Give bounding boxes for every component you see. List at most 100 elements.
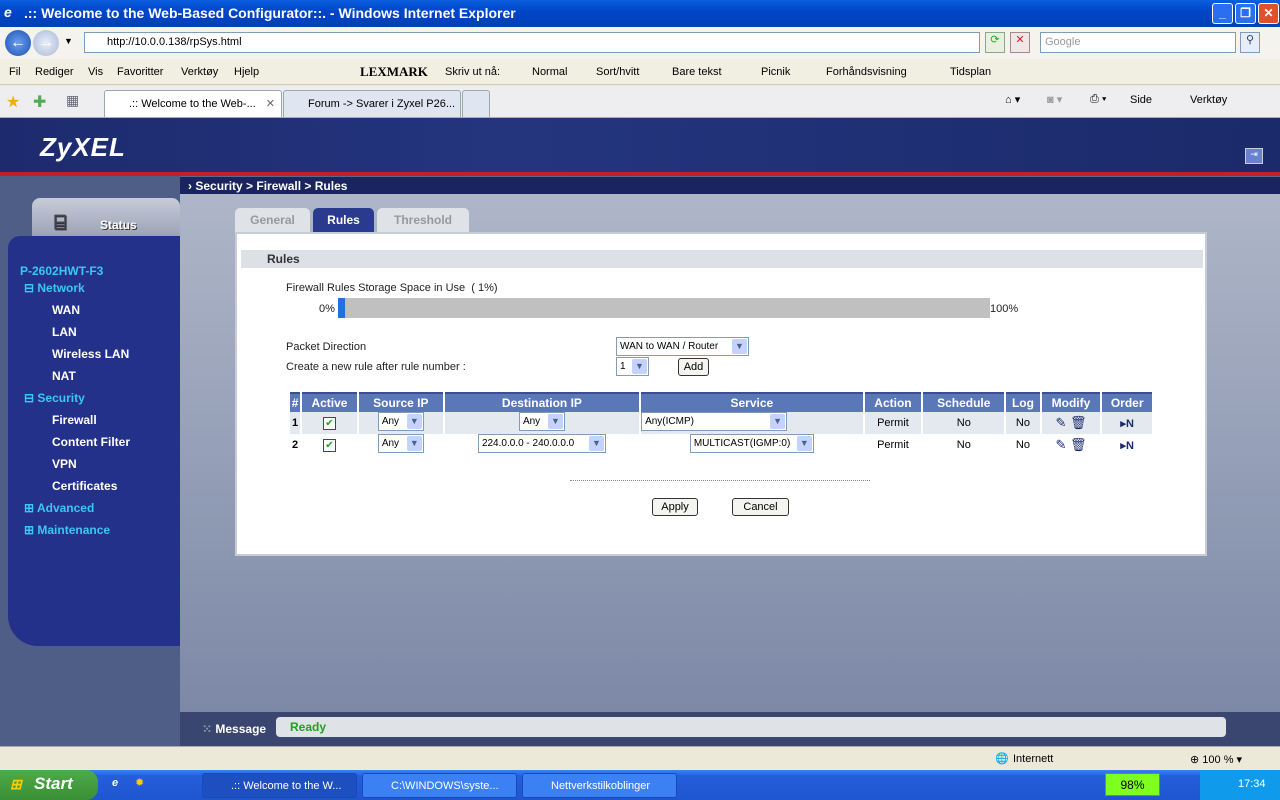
menu-edit[interactable]: Rediger <box>35 66 74 78</box>
clock: 17:34 <box>1238 778 1266 790</box>
sidebar-item-firewall[interactable]: Firewall <box>52 413 97 427</box>
move-icon[interactable]: ▸N <box>1120 418 1133 430</box>
taskbar-item-network[interactable]: Nettverkstilkoblinger <box>522 773 677 798</box>
packet-direction-select[interactable]: WAN to WAN / Router ▼ <box>616 337 749 356</box>
value: Any <box>381 438 400 449</box>
divider <box>570 480 870 481</box>
print-text-only[interactable]: Bare tekst <box>672 66 722 78</box>
refresh-icon[interactable]: ⟳ <box>985 32 1005 53</box>
rule-number: 1 <box>290 412 301 434</box>
tab-general[interactable]: General <box>235 208 310 232</box>
active-checkbox[interactable]: ✔ <box>322 438 336 452</box>
destination-select[interactable]: 224.0.0.0 - 240.0.0.0 ▼ <box>477 434 606 453</box>
tab-threshold[interactable]: Threshold <box>377 208 469 232</box>
close-tab-icon[interactable]: ✕ <box>266 97 275 110</box>
progress-max-label: 100% <box>990 303 1019 315</box>
start-button[interactable]: ⊞ Start <box>0 770 98 800</box>
storage-progress-bar <box>338 298 990 318</box>
sidebar-item-network[interactable]: ⊟ Network <box>24 281 85 295</box>
delete-icon[interactable]: 🗑 <box>1070 437 1087 452</box>
add-button[interactable]: Add <box>678 358 709 376</box>
sidebar-item-advanced[interactable]: ⊞ Advanced <box>24 501 94 515</box>
schedule[interactable]: Tidsplan <box>950 66 991 78</box>
value: Any <box>381 416 400 427</box>
quick-tabs-icon[interactable]: ▦ <box>66 92 79 109</box>
minimize-button[interactable]: _ <box>1212 3 1233 24</box>
sidebar-item-wireless-lan[interactable]: Wireless LAN <box>52 347 129 361</box>
print-icon[interactable]: ⎙ ▾ <box>1090 93 1106 106</box>
tab-forum[interactable]: Forum -> Svarer i Zyxel P26... <box>283 90 461 117</box>
battery-indicator[interactable]: 98% <box>1105 773 1160 796</box>
print-preview[interactable]: Forhåndsvisning <box>826 66 907 78</box>
ie-quicklaunch-icon[interactable]: e <box>112 777 118 789</box>
close-button[interactable]: ✕ <box>1258 3 1279 24</box>
tools-menu[interactable]: Verktøy <box>1190 94 1227 106</box>
logout-icon[interactable]: ⇥ <box>1245 148 1263 164</box>
edit-icon[interactable]: ✎ <box>1055 437 1066 452</box>
menu-favorites[interactable]: Favoritter <box>117 66 163 78</box>
message-bar: ⁙ Message Ready <box>180 712 1280 746</box>
search-input[interactable]: Google <box>1040 32 1236 53</box>
forward-button[interactable]: → <box>33 30 59 56</box>
service-select[interactable]: Any(ICMP) ▼ <box>641 412 788 431</box>
label: Network <box>37 281 85 295</box>
back-button[interactable]: ← <box>5 30 31 56</box>
ie-icon: e <box>4 4 12 20</box>
active-checkbox[interactable]: ✔ <box>322 416 336 430</box>
stop-icon[interactable]: ✕ <box>1010 32 1030 53</box>
feeds-icon[interactable]: ◙ ▾ <box>1047 93 1062 106</box>
history-dropdown-icon[interactable]: ▼ <box>64 36 73 46</box>
home-icon[interactable]: ⌂ ▾ <box>1005 93 1020 106</box>
picnik[interactable]: Picnik <box>761 66 790 78</box>
rule-number-select[interactable]: 1 ▼ <box>616 357 649 376</box>
tab-configurator[interactable]: .:: Welcome to the Web-... ✕ <box>104 90 282 117</box>
sidebar-item-maintenance[interactable]: ⊞ Maintenance <box>24 523 110 537</box>
menu-tools[interactable]: Verktøy <box>181 66 218 78</box>
source-cell: Any ▼ <box>358 412 443 434</box>
log-cell: No <box>1006 412 1040 434</box>
destination-select[interactable]: Any ▼ <box>518 412 565 431</box>
service-select[interactable]: MULTICAST(IGMP:0) ▼ <box>689 434 814 453</box>
sidebar-item-content-filter[interactable]: Content Filter <box>52 435 130 449</box>
print-bw[interactable]: Sort/hvitt <box>596 66 639 78</box>
delete-icon[interactable]: 🗑 <box>1070 415 1087 430</box>
window-title: .:: Welcome to the Web-Based Configurato… <box>24 5 516 21</box>
sidebar-item-vpn[interactable]: VPN <box>52 457 77 471</box>
quicklaunch-icon[interactable]: ✹ <box>135 776 144 789</box>
page-menu[interactable]: Side <box>1130 94 1152 106</box>
cancel-button[interactable]: Cancel <box>732 498 789 516</box>
sidebar-item-lan[interactable]: LAN <box>52 325 77 339</box>
sidebar-item-nat[interactable]: NAT <box>52 369 76 383</box>
windows-logo-icon: ⊞ <box>10 776 22 792</box>
source-select[interactable]: Any ▼ <box>377 434 424 453</box>
lexmark-logo[interactable]: LEXMARK <box>360 64 428 80</box>
tab-rules[interactable]: Rules <box>313 208 374 232</box>
sidebar-item-certificates[interactable]: Certificates <box>52 479 117 493</box>
print-normal[interactable]: Normal <box>532 66 567 78</box>
chevron-down-icon: ▼ <box>632 359 647 374</box>
new-tab-button[interactable] <box>462 90 490 117</box>
maximize-button[interactable]: ❐ <box>1235 3 1256 24</box>
favorites-star-icon[interactable]: ★ <box>6 92 20 112</box>
add-favorite-icon[interactable]: ✚ <box>33 92 46 112</box>
move-icon[interactable]: ▸N <box>1120 440 1133 452</box>
zoom-level[interactable]: ⊕ 100 % ▾ <box>1190 753 1242 766</box>
zone-text: Internett <box>1013 753 1054 765</box>
tab-bar: ★ ✚ ▦ .:: Welcome to the Web-... ✕ Forum … <box>0 86 1280 118</box>
menu-help[interactable]: Hjelp <box>234 66 259 78</box>
sidebar-item-wan[interactable]: WAN <box>52 303 80 317</box>
address-input[interactable]: http://10.0.0.138/rpSys.html <box>84 32 980 53</box>
taskbar-item-ie[interactable]: .:: Welcome to the W... <box>202 773 357 798</box>
router-icon: ⌸ <box>54 212 66 234</box>
menu-view[interactable]: Vis <box>88 66 103 78</box>
source-select[interactable]: Any ▼ <box>377 412 424 431</box>
edit-icon[interactable]: ✎ <box>1055 415 1066 430</box>
search-icon[interactable]: ⚲ <box>1240 32 1260 53</box>
active-checkbox-cell: ✔ <box>302 412 357 434</box>
rules-panel: Rules Firewall Rules Storage Space in Us… <box>235 232 1207 556</box>
value: 224.0.0.0 - 240.0.0.0 <box>481 438 575 449</box>
taskbar-item-cmd[interactable]: C:\WINDOWS\syste... <box>362 773 517 798</box>
sidebar-item-security[interactable]: ⊟ Security <box>24 391 85 405</box>
apply-button[interactable]: Apply <box>652 498 698 516</box>
menu-file[interactable]: Fil <box>9 66 21 78</box>
